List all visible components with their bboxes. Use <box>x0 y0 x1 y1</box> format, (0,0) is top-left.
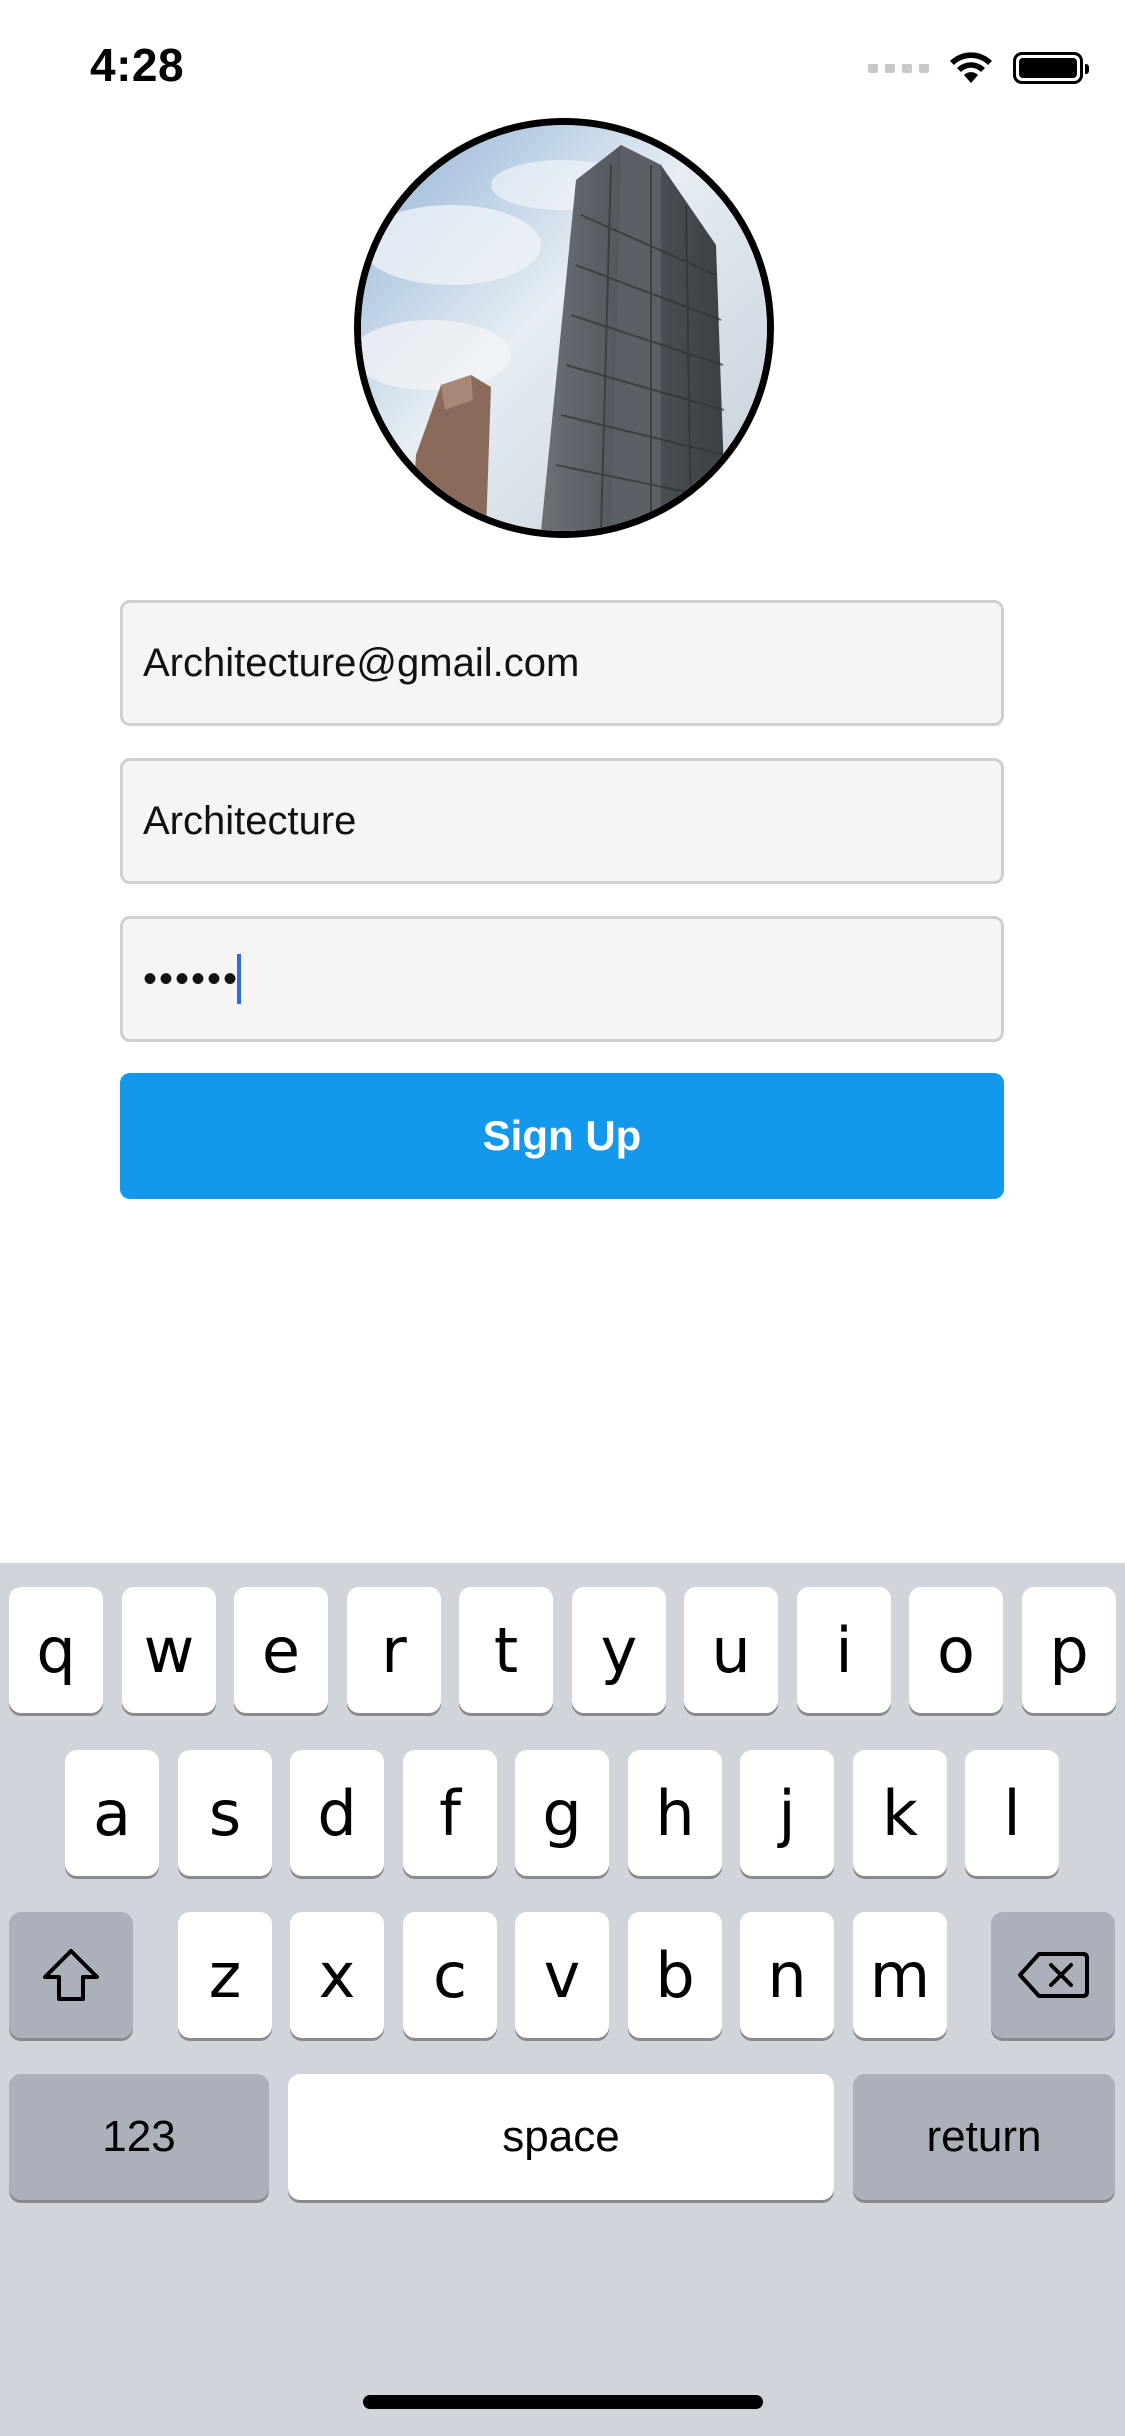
key-s[interactable]: s <box>178 1750 272 1876</box>
key-v[interactable]: v <box>515 1912 609 2038</box>
profile-avatar[interactable] <box>354 118 774 538</box>
key-l[interactable]: l <box>965 1750 1059 1876</box>
key-e[interactable]: e <box>234 1587 328 1713</box>
email-field-value: Architecture@gmail.com <box>143 640 580 685</box>
key-m[interactable]: m <box>853 1912 947 2038</box>
key-b[interactable]: b <box>628 1912 722 2038</box>
key-o[interactable]: o <box>909 1587 1003 1713</box>
backspace-key[interactable] <box>991 1912 1115 2038</box>
key-c[interactable]: c <box>403 1912 497 2038</box>
password-field-value: •••••• <box>143 956 240 1001</box>
key-h[interactable]: h <box>628 1750 722 1876</box>
key-q[interactable]: q <box>9 1587 103 1713</box>
keyboard: q w e r t y u i o p a s d f g h j k l z … <box>0 1563 1125 2436</box>
key-i[interactable]: i <box>797 1587 891 1713</box>
numbers-key[interactable]: 123 <box>9 2074 269 2200</box>
space-key[interactable]: space <box>288 2074 834 2200</box>
wifi-icon <box>950 52 992 83</box>
key-u[interactable]: u <box>684 1587 778 1713</box>
status-icons <box>868 48 1089 88</box>
key-k[interactable]: k <box>853 1750 947 1876</box>
battery-icon <box>1013 52 1089 84</box>
key-t[interactable]: t <box>459 1587 553 1713</box>
key-p[interactable]: p <box>1022 1587 1116 1713</box>
return-key[interactable]: return <box>853 2074 1115 2200</box>
key-f[interactable]: f <box>403 1750 497 1876</box>
username-field[interactable]: Architecture <box>120 758 1004 884</box>
key-w[interactable]: w <box>122 1587 216 1713</box>
home-indicator[interactable] <box>363 2395 763 2409</box>
key-z[interactable]: z <box>178 1912 272 2038</box>
key-a[interactable]: a <box>65 1750 159 1876</box>
shift-icon <box>43 1949 99 2001</box>
key-x[interactable]: x <box>290 1912 384 2038</box>
status-time: 4:28 <box>90 39 185 91</box>
key-r[interactable]: r <box>347 1587 441 1713</box>
shift-key[interactable] <box>9 1912 133 2038</box>
sign-up-button[interactable]: Sign Up <box>120 1073 1004 1199</box>
key-y[interactable]: y <box>572 1587 666 1713</box>
key-j[interactable]: j <box>740 1750 834 1876</box>
key-d[interactable]: d <box>290 1750 384 1876</box>
password-field[interactable]: •••••• <box>120 916 1004 1042</box>
text-cursor <box>237 954 242 1004</box>
key-g[interactable]: g <box>515 1750 609 1876</box>
cellular-signal-icon <box>868 63 929 73</box>
key-n[interactable]: n <box>740 1912 834 2038</box>
backspace-icon <box>1018 1952 1089 1998</box>
building-photo <box>361 125 767 531</box>
username-field-value: Architecture <box>143 798 357 843</box>
email-field[interactable]: Architecture@gmail.com <box>120 600 1004 726</box>
